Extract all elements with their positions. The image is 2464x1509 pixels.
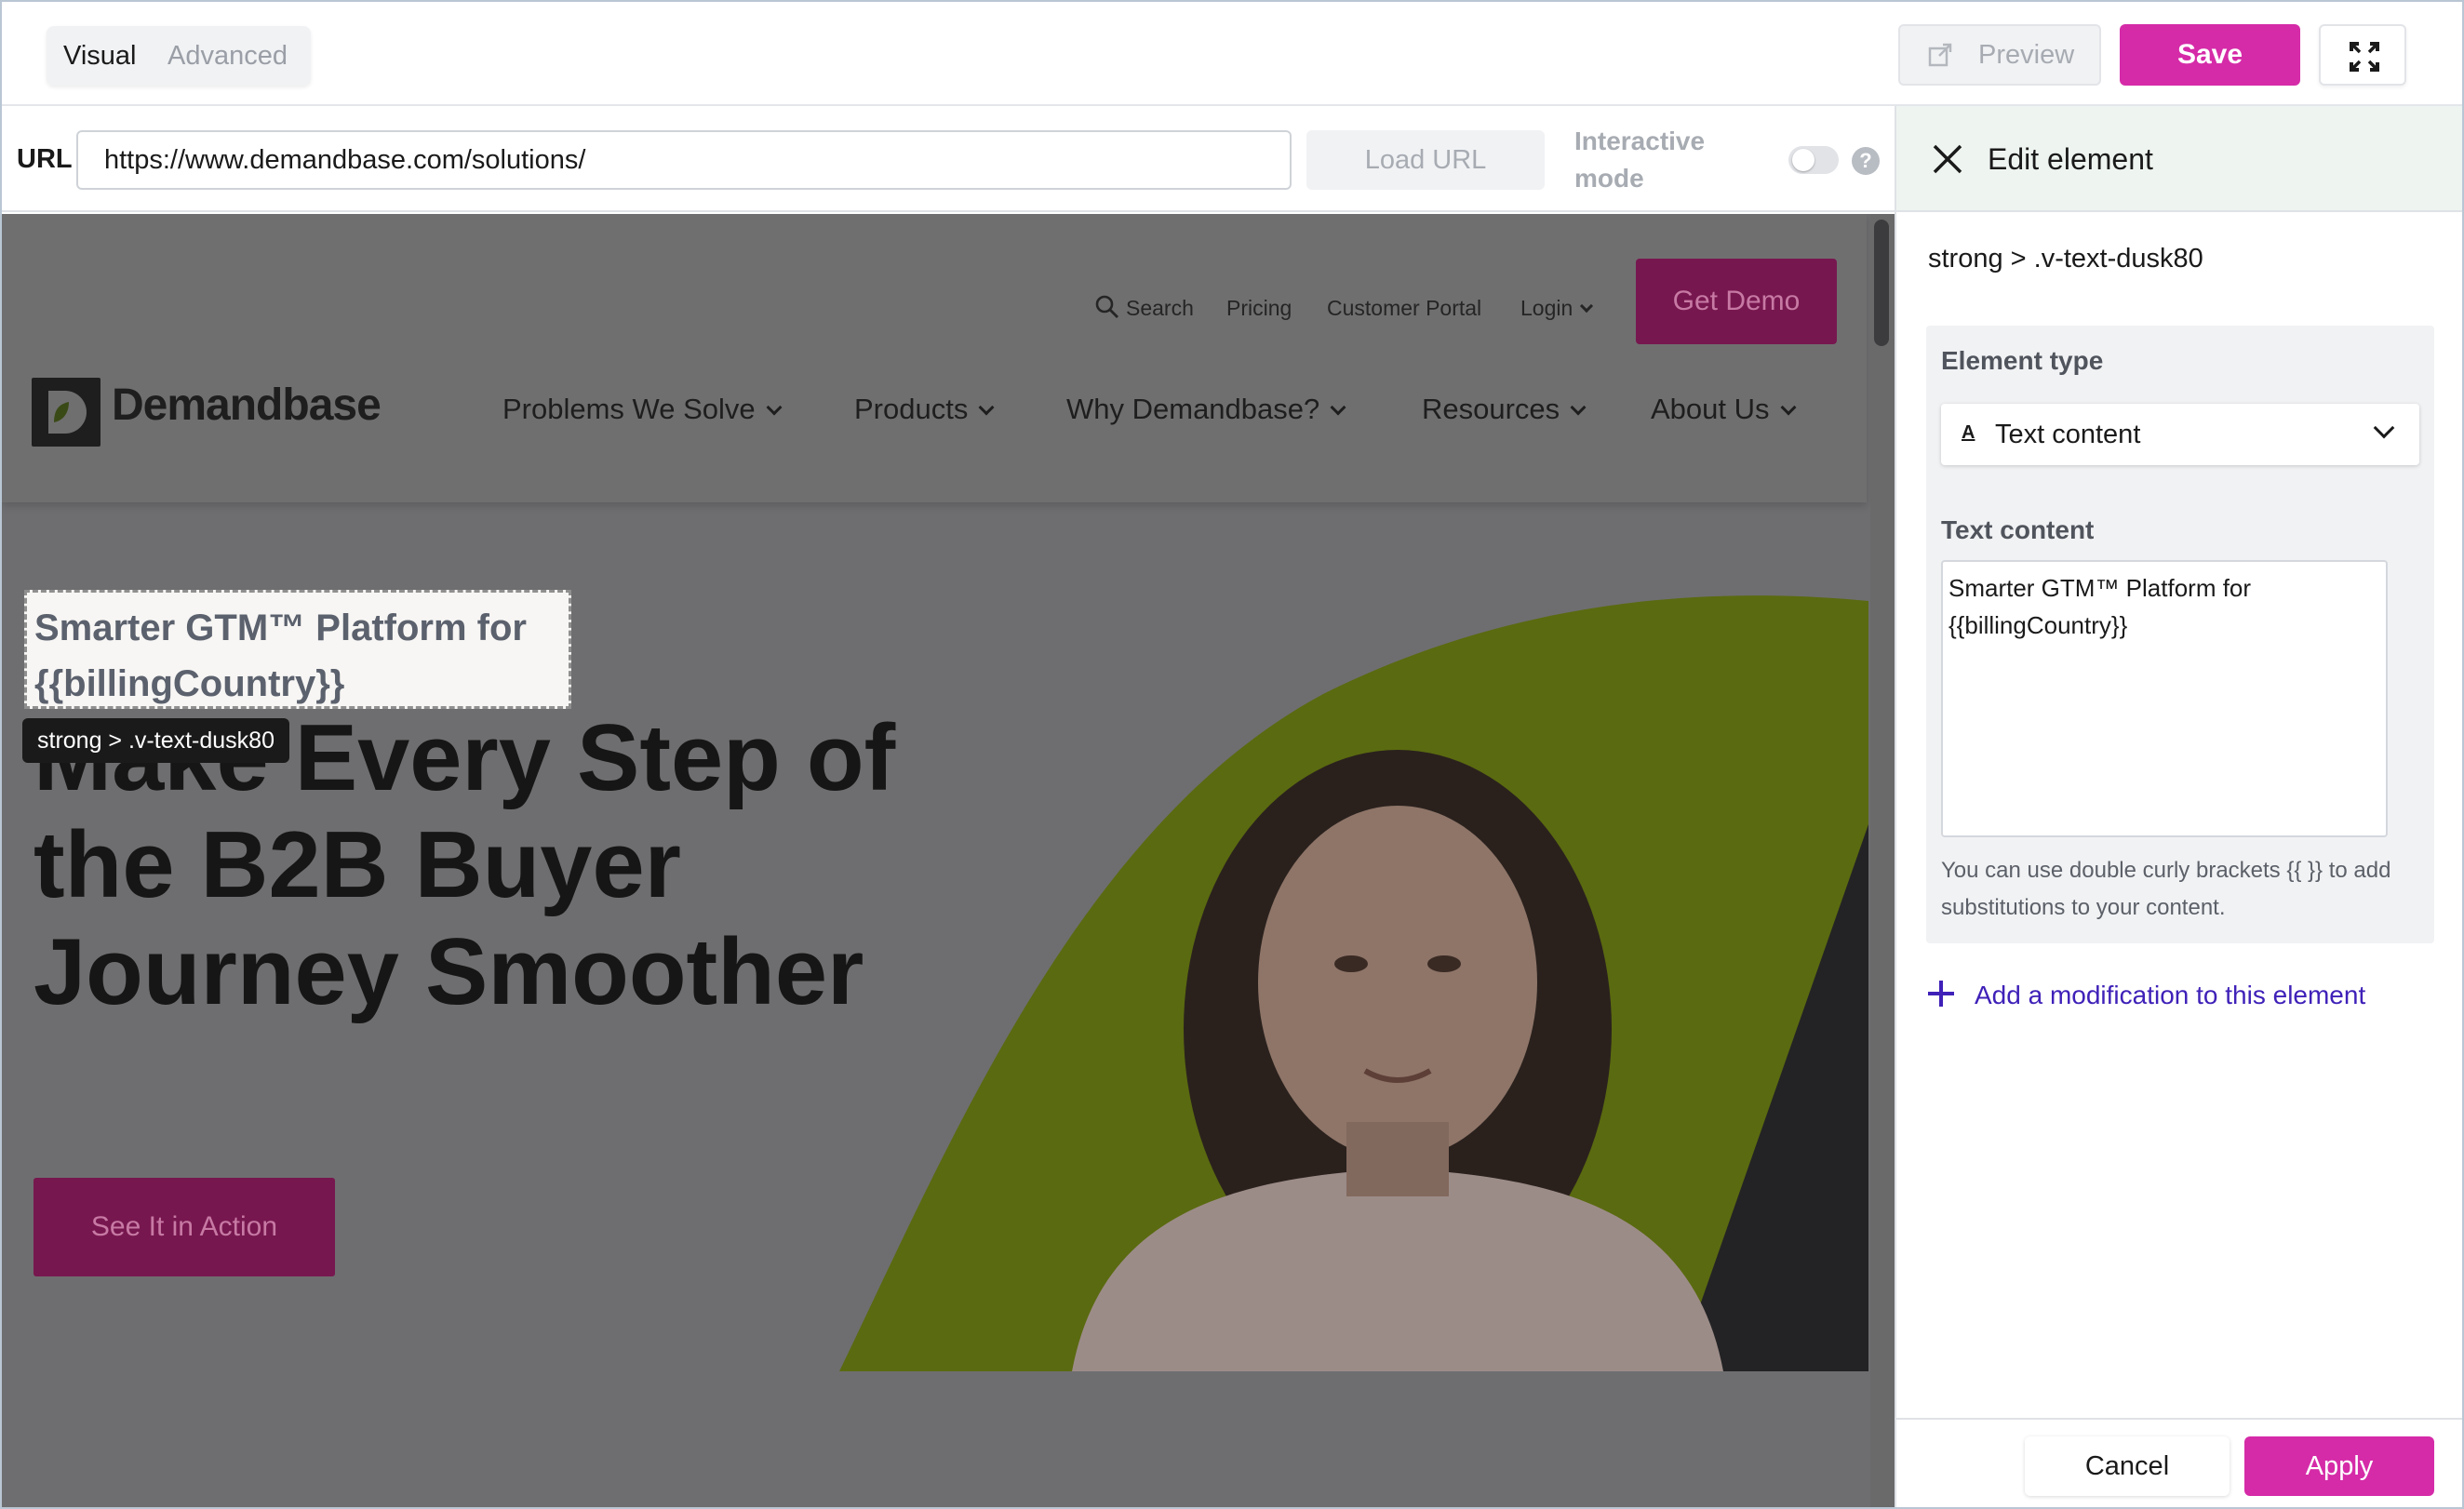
preview-scrollbar-track[interactable] <box>1870 214 1895 1507</box>
site-login-link[interactable]: Login <box>1520 296 1594 321</box>
element-type-value: Text content <box>1995 420 2141 449</box>
expand-icon <box>2350 42 2379 72</box>
site-nav-label: Problems We Solve <box>502 393 756 425</box>
chevron-down-icon <box>2373 417 2395 439</box>
site-preview[interactable]: Search Pricing Customer Portal Login Get… <box>2 214 1895 1507</box>
site-nav-label: Resources <box>1422 393 1560 425</box>
help-icon[interactable]: ? <box>1852 147 1880 175</box>
site-nav-why[interactable]: Why Demandbase? <box>1066 393 1346 426</box>
interactive-mode-toggle[interactable] <box>1788 146 1839 174</box>
site-logo-icon[interactable] <box>32 378 100 447</box>
text-type-icon: A <box>1962 422 1975 443</box>
site-login-label: Login <box>1520 296 1573 320</box>
selected-element-highlight[interactable]: Smarter GTM™ Platform for {{billingCount… <box>24 590 571 709</box>
edit-element-panel: Edit element strong > .v-text-dusk80 Ele… <box>1895 106 2462 1507</box>
load-url-button[interactable]: Load URL <box>1306 130 1545 190</box>
chevron-down-icon <box>1570 399 1587 416</box>
preview-scrollbar-thumb[interactable] <box>1874 220 1889 346</box>
logo-d-icon <box>48 391 87 434</box>
selector-tooltip: strong > .v-text-dusk80 <box>22 718 289 763</box>
site-nav-label: Why Demandbase? <box>1066 393 1320 425</box>
site-see-it-in-action-button[interactable]: See It in Action <box>33 1178 335 1276</box>
editor-window: Visual Advanced Preview Save URL https:/… <box>0 0 2464 1509</box>
panel-footer: Cancel Apply <box>1896 1418 2462 1507</box>
apply-button[interactable]: Apply <box>2244 1436 2434 1496</box>
tab-visual[interactable]: Visual <box>63 26 136 86</box>
site-header: Search Pricing Customer Portal Login Get… <box>2 214 1867 502</box>
external-link-icon <box>1928 43 1952 67</box>
add-modification-label: Add a modification to this element <box>1975 981 2366 1009</box>
fullscreen-button[interactable] <box>2319 24 2406 86</box>
site-pricing-link[interactable]: Pricing <box>1226 296 1292 321</box>
modification-card: Element type A Text content Text content… <box>1926 326 2434 943</box>
search-icon[interactable] <box>1094 294 1120 320</box>
text-content-input[interactable]: Smarter GTM™ Platform for {{billingCount… <box>1941 560 2388 837</box>
hero-image <box>839 595 1868 1371</box>
selected-text-line: Smarter GTM™ Platform for <box>34 608 527 648</box>
site-nav-label: About Us <box>1651 393 1770 425</box>
site-search-link[interactable]: Search <box>1126 296 1194 321</box>
text-content-label: Text content <box>1941 515 2095 544</box>
chevron-down-icon <box>978 399 995 416</box>
panel-header: Edit element <box>1896 106 2462 212</box>
site-customer-portal-link[interactable]: Customer Portal <box>1327 296 1481 321</box>
element-type-select[interactable]: A Text content <box>1941 404 2419 465</box>
chevron-down-icon <box>766 399 783 416</box>
chevron-down-icon <box>1780 399 1797 416</box>
url-label: URL <box>17 144 73 174</box>
site-nav-resources[interactable]: Resources <box>1422 393 1587 426</box>
preview-button[interactable]: Preview <box>1898 24 2101 86</box>
substitution-hint: You can use double curly brackets {{ }} … <box>1941 858 2391 920</box>
tab-advanced[interactable]: Advanced <box>167 26 288 86</box>
mode-switch: Visual Advanced <box>47 26 311 86</box>
interactive-mode-label: Interactive mode <box>1574 127 1706 193</box>
site-nav-about[interactable]: About Us <box>1651 393 1797 426</box>
site-nav-products[interactable]: Products <box>854 393 995 426</box>
site-get-demo-button[interactable]: Get Demo <box>1636 259 1837 344</box>
close-icon[interactable] <box>1932 143 1963 175</box>
plus-icon <box>1928 981 1954 1007</box>
url-input[interactable]: https://www.demandbase.com/solutions/ <box>76 130 1292 190</box>
selected-text-line: {{billingCountry}} <box>34 663 345 704</box>
save-button[interactable]: Save <box>2120 24 2300 86</box>
chevron-down-icon <box>1330 399 1346 416</box>
site-logo-text[interactable]: Demandbase <box>112 380 382 431</box>
panel-title: Edit element <box>1988 142 2153 176</box>
chevron-down-icon <box>1580 299 1594 314</box>
element-selector: strong > .v-text-dusk80 <box>1928 244 2203 274</box>
site-nav-label: Products <box>854 393 969 425</box>
preview-label: Preview <box>1978 40 2075 70</box>
top-toolbar: Visual Advanced Preview Save <box>2 2 2462 106</box>
element-type-label: Element type <box>1941 346 2104 375</box>
cancel-button[interactable]: Cancel <box>2025 1436 2230 1496</box>
url-bar: URL https://www.demandbase.com/solutions… <box>2 106 1895 212</box>
site-nav-problems[interactable]: Problems We Solve <box>502 393 783 426</box>
